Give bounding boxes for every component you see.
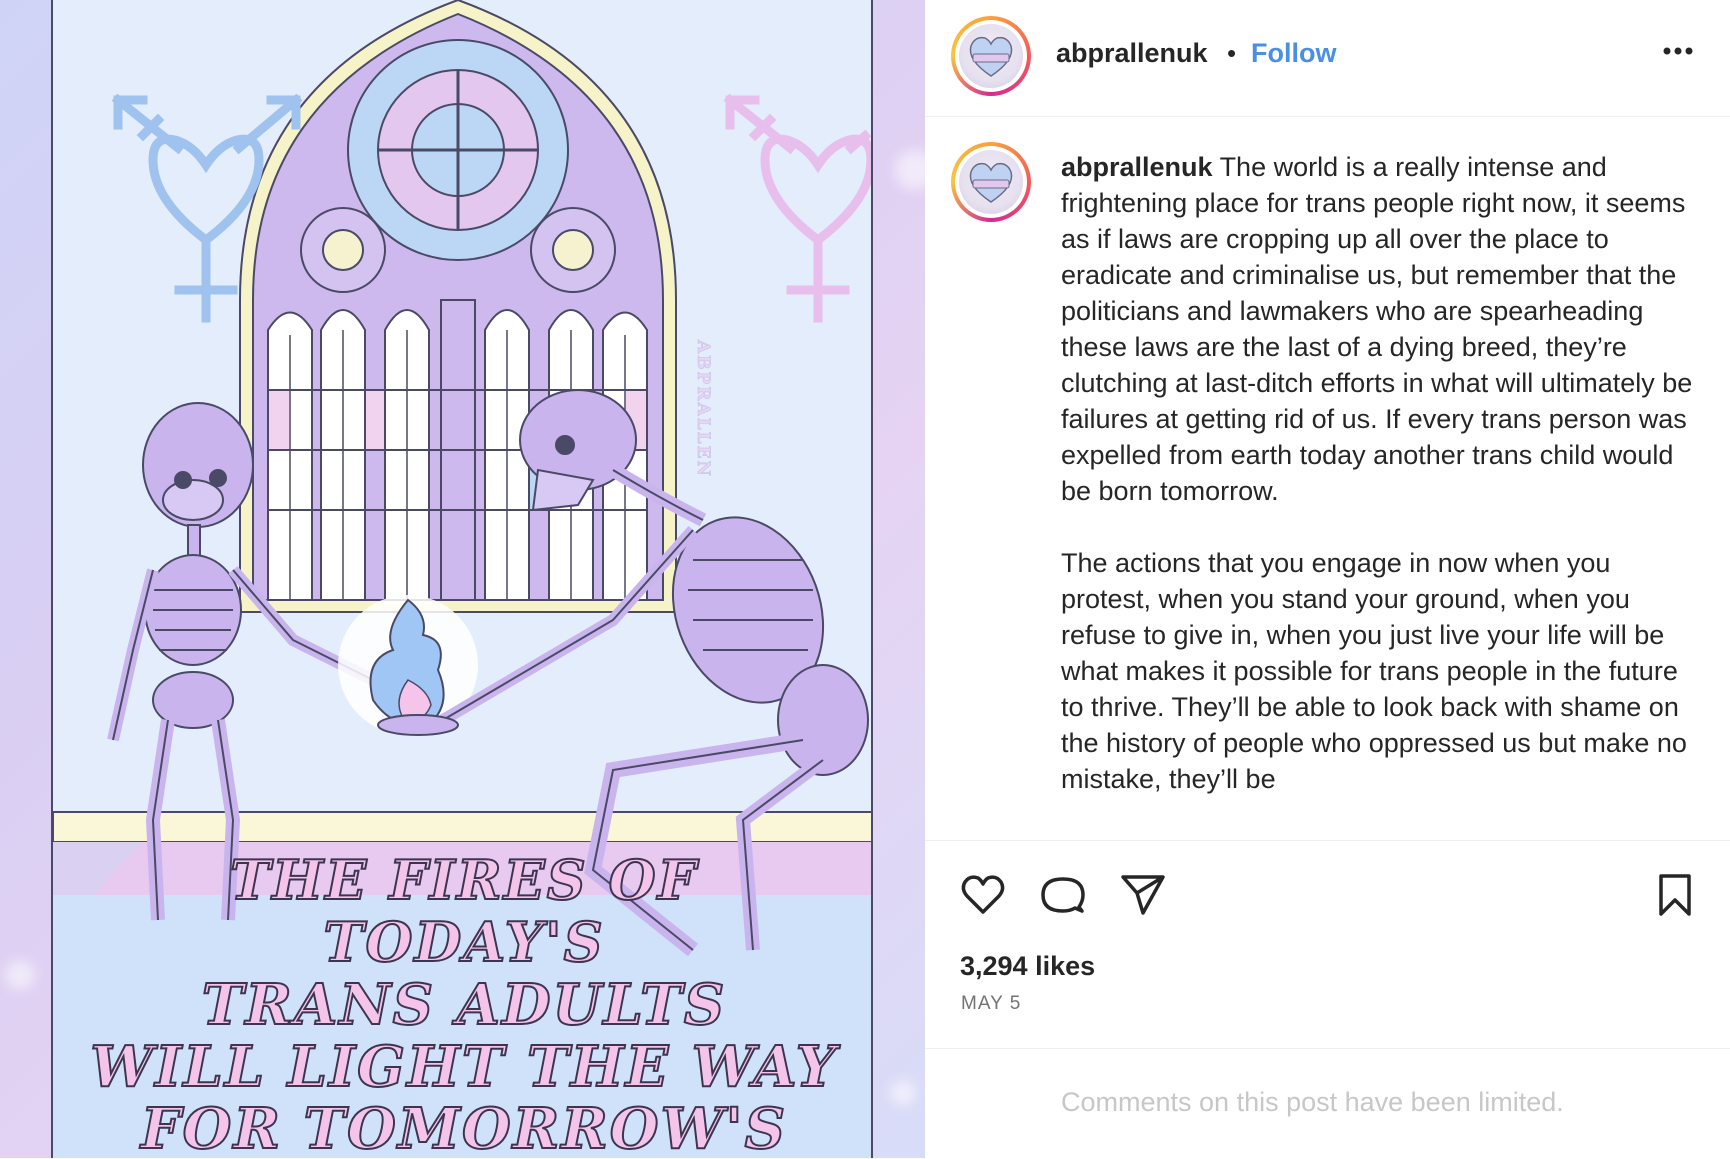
share-icon [1121, 875, 1165, 915]
post-media[interactable]: ABPRALLEN The fires of today's trans adu… [0, 0, 925, 1158]
caption-text: abprallenuk The world is a really intens… [1061, 149, 1701, 797]
artwork-text-line-4: will light the way [89, 1033, 838, 1101]
likes-count[interactable]: 3,294 likes [960, 951, 1095, 982]
bokeh-light [895, 150, 925, 190]
caption-section: abprallenuk The world is a really intens… [925, 116, 1730, 840]
avatar[interactable] [951, 16, 1031, 96]
comment-icon [1041, 877, 1085, 913]
caption-username[interactable]: abprallenuk [1061, 152, 1213, 182]
artwork-text-line-2: today's [322, 909, 605, 975]
bokeh-light [5, 960, 35, 990]
like-button[interactable] [959, 871, 1007, 919]
comment-button[interactable] [1039, 871, 1087, 919]
separator-dot: • [1227, 38, 1237, 68]
share-button[interactable] [1119, 871, 1167, 919]
artwork-image: ABPRALLEN The fires of today's trans adu… [51, 0, 873, 1158]
post-author-username[interactable]: abprallenuk [1056, 38, 1208, 69]
action-bar: 3,294 likes MAY 5 [925, 840, 1730, 1041]
comments-section: Comments on this post have been limited. [925, 1048, 1730, 1159]
avatar-image [959, 24, 1023, 88]
more-horizontal-icon [1663, 47, 1693, 55]
artwork-text-line-3: trans adults [201, 971, 727, 1039]
post-header: abprallenuk • Follow [925, 0, 1730, 117]
follow-button[interactable]: Follow [1251, 38, 1336, 69]
bookmark-icon [1659, 874, 1691, 916]
caption-avatar[interactable] [951, 142, 1031, 222]
heart-logo-icon [969, 36, 1013, 77]
bokeh-light [890, 1080, 916, 1106]
artist-watermark: ABPRALLEN [693, 340, 714, 479]
comments-limited-notice: Comments on this post have been limited. [1061, 1087, 1564, 1117]
caption-body-1: The world is a really intense and fright… [1061, 152, 1693, 506]
save-button[interactable] [1651, 871, 1699, 919]
artwork-text-line-5: for tomorrow's [140, 1095, 788, 1158]
avatar-image [959, 150, 1023, 214]
heart-icon [961, 875, 1005, 914]
caption-paragraph-2: The actions that you engage in now when … [1061, 548, 1687, 794]
post-sidebar: abprallenuk • Follow abprallenuk The wor… [925, 0, 1730, 1158]
artwork-text-line-1: The fires of [229, 847, 698, 913]
heart-logo-icon [969, 162, 1013, 203]
more-options-button[interactable] [1660, 36, 1696, 66]
caption-paragraph-1: abprallenuk The world is a really intens… [1061, 149, 1701, 509]
post-date[interactable]: MAY 5 [961, 993, 1021, 1015]
